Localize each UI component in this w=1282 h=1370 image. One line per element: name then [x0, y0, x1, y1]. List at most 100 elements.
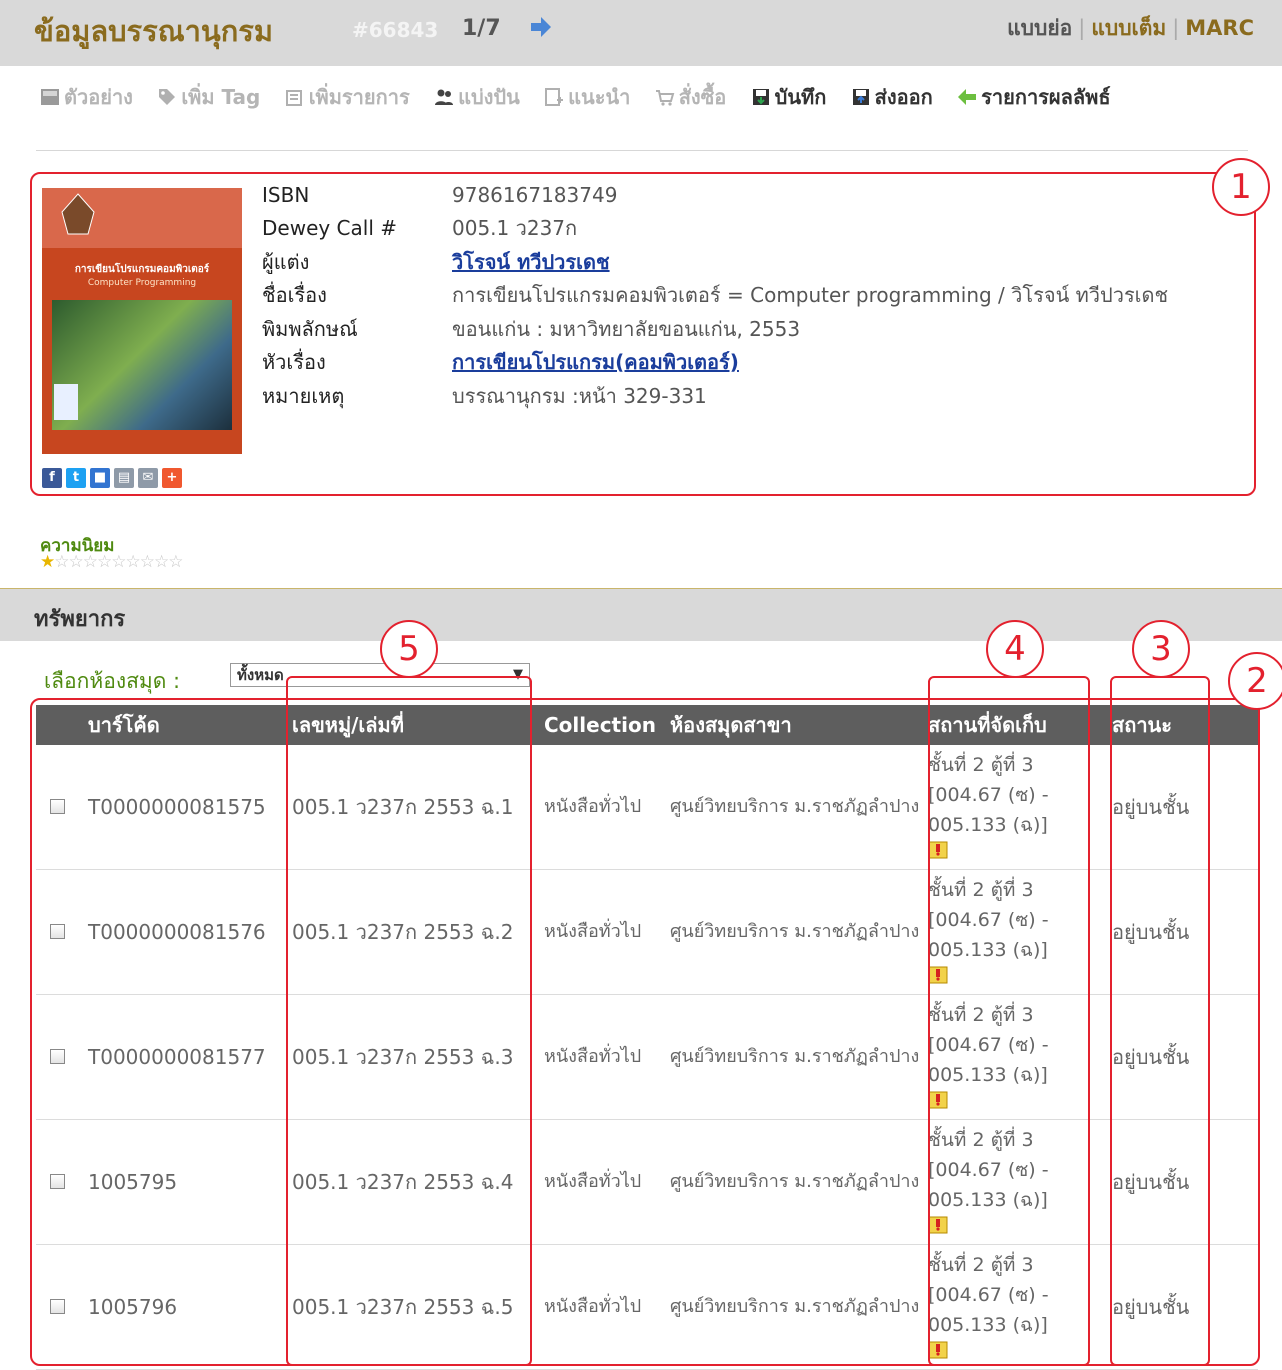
cell-call-number: 005.1 ว237ก 2553 ฉ.4: [292, 1119, 544, 1245]
shelf-map-icon[interactable]: [928, 1215, 948, 1235]
add-tag-button[interactable]: เพิ่ม Tag: [157, 82, 260, 112]
print-icon[interactable]: ▤: [114, 468, 134, 488]
cell-location: ชั้นที่ 2 ตู้ที่ 3 [004.67 (ซ) -005.133 (…: [928, 1119, 1112, 1245]
export-button[interactable]: ส่งออก: [851, 82, 933, 112]
save-icon: [752, 89, 769, 105]
save-button[interactable]: บันทึก: [751, 82, 826, 112]
author-link[interactable]: วิโรจน์ ทวีปวรเดช: [452, 246, 610, 278]
star-icon[interactable]: ☆: [140, 552, 155, 572]
annotation-marker-2: 2: [1228, 652, 1282, 710]
share-people-icon: [435, 89, 454, 105]
shelf-map-icon[interactable]: [928, 1090, 948, 1110]
cell-status: อยู่บนชั้น: [1112, 1244, 1258, 1370]
star-icon[interactable]: ★: [40, 552, 55, 572]
cell-location: ชั้นที่ 2 ตู้ที่ 3 [004.67 (ซ) -005.133 (…: [928, 745, 1112, 870]
cell-branch: ศูนย์วิทยบริการ ม.ราชภัฏลำปาง: [670, 869, 928, 995]
star-icon[interactable]: ☆: [83, 552, 98, 572]
shelf-map-icon[interactable]: [928, 1340, 948, 1360]
holdings-table: บาร์โค้ด เลขหมู่/เล่มที่ Collection ห้อง…: [36, 705, 1258, 1370]
share-button[interactable]: แบ่งปัน: [434, 82, 520, 112]
recommend-icon: [545, 88, 564, 106]
cell-branch: ศูนย์วิทยบริการ ม.ราชภัฏลำปาง: [670, 1119, 928, 1245]
star-icon[interactable]: ☆: [97, 552, 112, 572]
recommend-button[interactable]: แนะนำ: [544, 82, 630, 112]
header-collection: Collection: [544, 705, 670, 745]
preview-button[interactable]: ตัวอย่าง: [40, 82, 133, 112]
twitter-icon[interactable]: t: [66, 468, 86, 488]
header-status: สถานะ: [1112, 705, 1258, 745]
shelf-map-icon[interactable]: [928, 840, 948, 860]
add-list-button[interactable]: เพิ่มรายการ: [285, 82, 410, 112]
cell-status: อยู่บนชั้น: [1112, 1119, 1258, 1245]
view-mode-switch: แบบย่อ | แบบเต็ม | MARC: [1007, 16, 1254, 40]
view-full-link[interactable]: แบบเต็ม: [1091, 16, 1166, 40]
cell-branch: ศูนย์วิทยบริการ ม.ราชภัฏลำปาง: [670, 994, 928, 1120]
star-icon[interactable]: ☆: [154, 552, 169, 572]
field-title: ชื่อเรื่อง การเขียนโปรแกรมคอมพิวเตอร์ = C…: [262, 283, 1169, 308]
header-call-number: เลขหมู่/เล่มที่: [292, 705, 544, 745]
next-arrow-icon[interactable]: [528, 14, 554, 40]
row-checkbox[interactable]: [50, 1174, 65, 1189]
annotation-marker-3: 3: [1132, 620, 1190, 678]
back-arrow-icon: [958, 89, 977, 105]
cover-title-en: Computer Programming: [87, 278, 197, 288]
star-icon[interactable]: ☆: [111, 552, 126, 572]
book-cover[interactable]: การเขียนโปรแกรมคอมพิวเตอร์ Computer Prog…: [42, 188, 242, 454]
table-row: 1005795 005.1 ว237ก 2553 ฉ.4 หนังสือทั่ว…: [36, 1119, 1258, 1245]
subject-link[interactable]: การเขียนโปรแกรม(คอมพิวเตอร์): [452, 346, 739, 378]
cell-call-number: 005.1 ว237ก 2553 ฉ.2: [292, 869, 544, 995]
star-icon[interactable]: ☆: [54, 552, 69, 572]
record-pager: 1/7: [462, 16, 501, 41]
table-row: T0000000081577 005.1 ว237ก 2553 ฉ.3 หนัง…: [36, 994, 1258, 1120]
row-checkbox[interactable]: [50, 1049, 65, 1064]
row-checkbox[interactable]: [50, 799, 65, 814]
record-fields: ISBN 9786167183749 Dewey Call #005.1 ว237…: [262, 178, 1168, 413]
cell-barcode: T0000000081577: [88, 994, 292, 1120]
cell-call-number: 005.1 ว237ก 2553 ฉ.3: [292, 994, 544, 1120]
table-header-row: บาร์โค้ด เลขหมู่/เล่มที่ Collection ห้อง…: [36, 705, 1258, 745]
shelf-map-icon[interactable]: [928, 965, 948, 985]
cell-status: อยู่บนชั้น: [1112, 869, 1258, 995]
cart-icon: [655, 90, 675, 106]
cell-status: อยู่บนชั้น: [1112, 745, 1258, 870]
order-button[interactable]: สั่งซื้อ: [655, 82, 726, 112]
library-select-label: เลือกห้องสมุด :: [44, 669, 181, 693]
popularity-stars[interactable]: ★☆☆☆☆☆☆☆☆☆: [40, 552, 184, 572]
add-list-icon: [285, 90, 302, 106]
email-icon[interactable]: ✉: [138, 468, 158, 488]
cell-barcode: T0000000081576: [88, 869, 292, 995]
cell-barcode: 1005796: [88, 1244, 292, 1370]
cell-collection: หนังสือทั่วไป: [544, 1244, 670, 1370]
cell-branch: ศูนย์วิทยบริการ ม.ราชภัฏลำปาง: [670, 1244, 928, 1370]
cell-barcode: T0000000081575: [88, 745, 292, 870]
cell-location: ชั้นที่ 2 ตู้ที่ 3 [004.67 (ซ) -005.133 (…: [928, 1244, 1112, 1370]
view-brief-link[interactable]: แบบย่อ: [1007, 16, 1072, 40]
cover-illustration: [52, 300, 232, 430]
cell-call-number: 005.1 ว237ก 2553 ฉ.1: [292, 745, 544, 870]
header-checkbox: [36, 705, 88, 745]
record-id: #66843: [352, 18, 439, 42]
header-branch: ห้องสมุดสาขา: [670, 705, 928, 745]
cell-collection: หนังสือทั่วไป: [544, 994, 670, 1120]
annotation-marker-5: 5: [380, 620, 438, 678]
cell-location: ชั้นที่ 2 ตู้ที่ 3 [004.67 (ซ) -005.133 (…: [928, 994, 1112, 1120]
cell-collection: หนังสือทั่วไป: [544, 1119, 670, 1245]
delicious-icon[interactable]: ■: [90, 468, 110, 488]
table-row: T0000000081575 005.1 ว237ก 2553 ฉ.1 หนัง…: [36, 745, 1258, 870]
results-list-link[interactable]: รายการผลลัพธ์: [957, 82, 1111, 112]
resources-title: ทรัพยากร: [34, 607, 126, 632]
cell-collection: หนังสือทั่วไป: [544, 745, 670, 870]
star-icon[interactable]: ☆: [69, 552, 84, 572]
row-checkbox[interactable]: [50, 924, 65, 939]
cover-title-th: การเขียนโปรแกรมคอมพิวเตอร์: [74, 264, 210, 275]
row-checkbox[interactable]: [50, 1299, 65, 1314]
library-select[interactable]: ทั้งหมด ▼: [230, 663, 530, 687]
more-share-icon[interactable]: +: [162, 468, 182, 488]
chevron-down-icon: ▼: [513, 667, 523, 682]
facebook-icon[interactable]: f: [42, 468, 62, 488]
view-marc-link[interactable]: MARC: [1185, 16, 1254, 40]
field-dewey: Dewey Call #005.1 ว237ก: [262, 216, 578, 241]
header-barcode: บาร์โค้ด: [88, 705, 292, 745]
star-icon[interactable]: ☆: [126, 552, 141, 572]
star-icon[interactable]: ☆: [168, 552, 183, 572]
